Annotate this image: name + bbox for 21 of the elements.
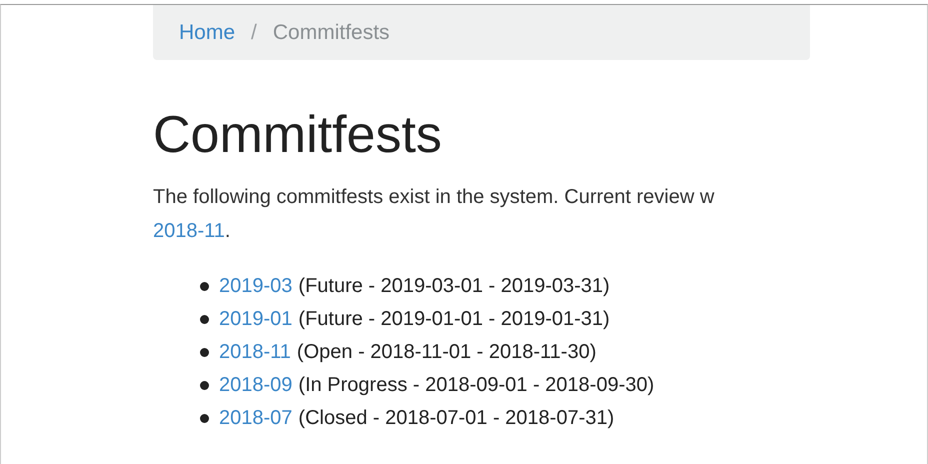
commitfest-details: (In Progress - 2018-09-01 - 2018-09-30) [298, 374, 654, 398]
commitfest-link[interactable]: 2018-11 [219, 341, 291, 364]
bullet-icon [200, 315, 209, 324]
commitfest-details: (Future - 2019-01-01 - 2019-01-31) [298, 308, 610, 332]
page-title: Commitfests [153, 107, 443, 164]
commitfest-details: (Closed - 2018-07-01 - 2018-07-31) [298, 407, 614, 430]
commitfest-details: (Open - 2018-11-01 - 2018-11-30) [296, 341, 596, 364]
commitfest-link[interactable]: 2018-07 [219, 407, 292, 430]
current-commitfest-link[interactable]: 2018-11 [153, 220, 225, 242]
commitfest-details: (Future - 2019-03-01 - 2019-03-31) [298, 275, 610, 298]
bullet-icon [200, 282, 209, 292]
breadcrumb-separator: / [251, 20, 257, 44]
bullet-icon [200, 414, 209, 424]
breadcrumb-link[interactable]: Home [179, 20, 236, 44]
bullet-icon [200, 348, 209, 358]
current-page-label: Commitfests [272, 20, 390, 44]
bullet-icon [200, 381, 209, 390]
intro-text: The following commitfests exist in the system. Current review w 2018-11. [153, 185, 716, 244]
commitfest-link[interactable]: 2019-01 [219, 308, 292, 332]
commitfest-link[interactable]: 2019-03 [219, 275, 292, 298]
commitfest-link[interactable]: 2018-09 [219, 374, 292, 398]
